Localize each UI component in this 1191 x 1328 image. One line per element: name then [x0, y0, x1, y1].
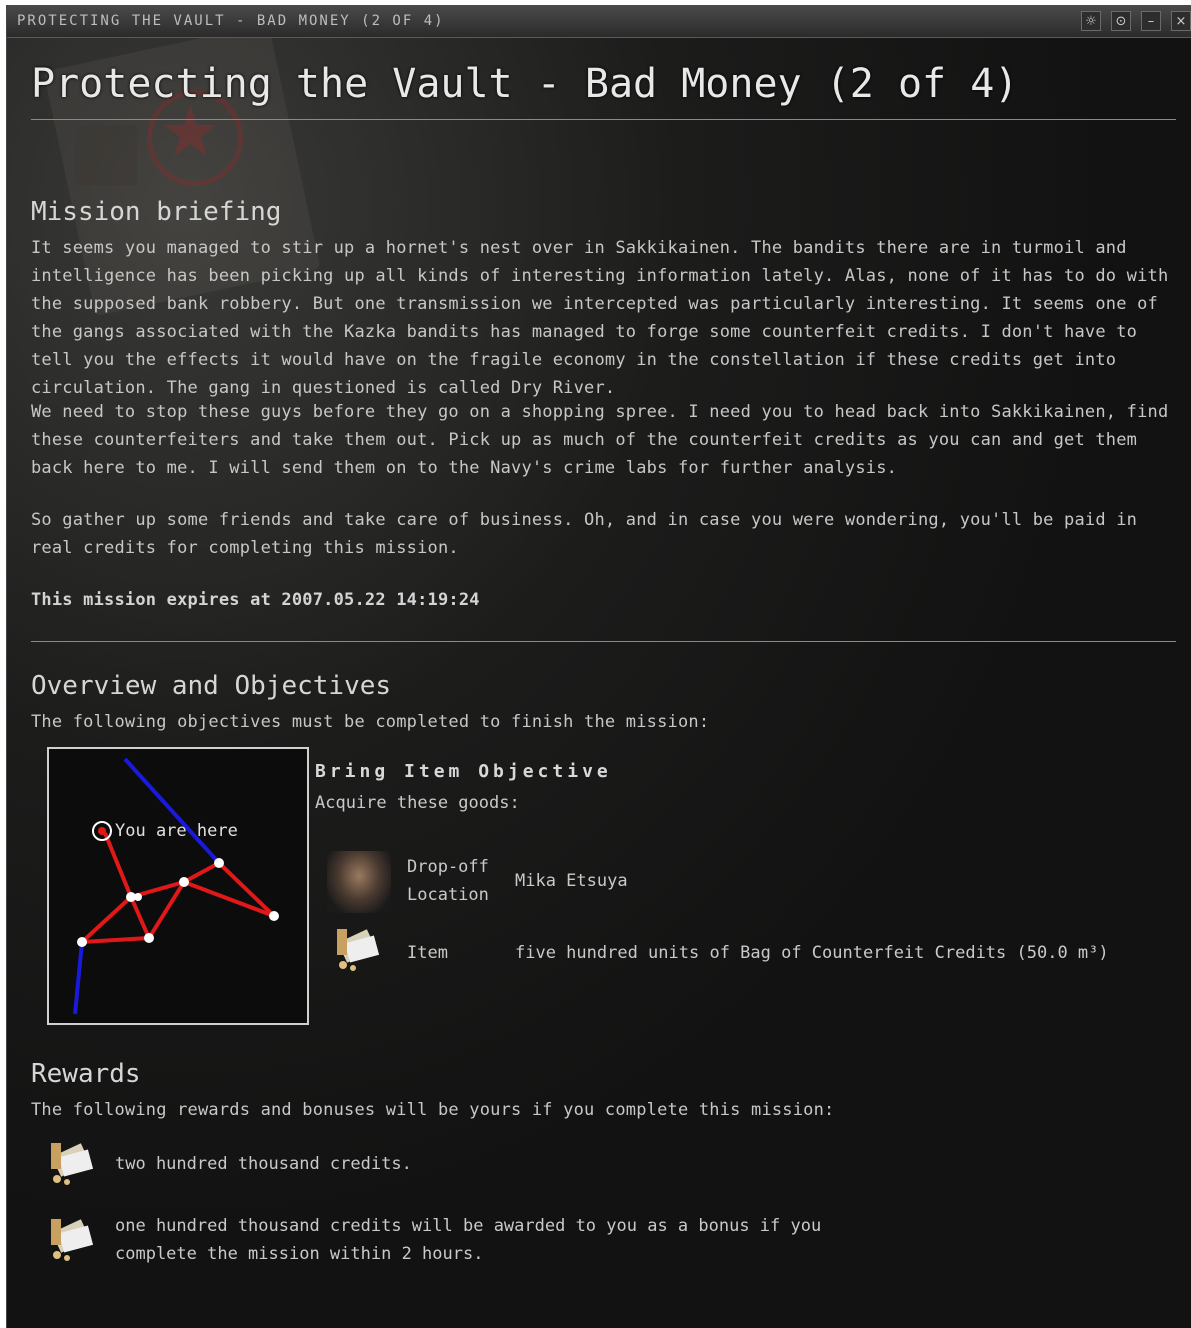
minimize-button[interactable]: –	[1141, 11, 1161, 31]
briefing-paragraph-1: It seems you managed to stir up a hornet…	[31, 238, 1169, 398]
window-title: PROTECTING THE VAULT - BAD MONEY (2 OF 4…	[17, 13, 445, 29]
system-node[interactable]	[179, 877, 189, 887]
overview-title: Overview and Objectives	[31, 671, 392, 701]
objective-subtitle: Acquire these goods:	[315, 793, 520, 813]
star-icon: ★	[159, 91, 222, 173]
isk-icon	[51, 1143, 94, 1185]
mission-expiry: This mission expires at 2007.05.22 14:19…	[31, 590, 480, 610]
reward-text: two hundred thousand credits.	[115, 1154, 412, 1174]
divider	[31, 641, 1176, 642]
overview-intro: The following objectives must be complet…	[31, 712, 710, 732]
briefing-paragraph-2: We need to stop these guys before they g…	[31, 402, 1169, 478]
route-segment-red	[129, 896, 151, 939]
route-segment-red	[183, 861, 220, 884]
divider	[31, 119, 1176, 120]
briefing-title: Mission briefing	[31, 197, 282, 227]
route-segment-red	[217, 861, 276, 918]
close-button[interactable]: ×	[1171, 11, 1191, 31]
pin-icon[interactable]: ⊙	[1111, 11, 1131, 31]
bonus-text: complete the mission within 2 hours.	[115, 1244, 484, 1264]
route-segment-red	[80, 895, 133, 944]
counterfeit-credits-icon[interactable]	[329, 925, 385, 973]
system-node[interactable]	[214, 858, 224, 868]
dropoff-value[interactable]: Mika Etsuya	[515, 867, 628, 895]
route-segment-red	[103, 832, 133, 898]
system-node[interactable]	[77, 937, 87, 947]
dropoff-label: Location	[407, 885, 489, 905]
route-map-svg	[73, 757, 279, 1015]
route-segment-blue	[73, 941, 84, 1015]
route-segment-red	[81, 936, 150, 944]
rewards-intro: The following rewards and bonuses will b…	[31, 1100, 835, 1120]
objective-title: Bring Item Objective	[315, 761, 612, 782]
dropoff-label: Drop-off	[407, 857, 489, 877]
dossier-photo	[75, 125, 137, 185]
current-location-icon	[98, 827, 106, 835]
briefing-paragraph-3: So gather up some friends and take care …	[31, 510, 1138, 558]
bonus-text: one hundred thousand credits will be awa…	[115, 1216, 822, 1236]
item-value[interactable]: five hundred units of Bag of Counterfeit…	[515, 939, 1109, 967]
system-node[interactable]	[134, 893, 142, 901]
you-are-here-label: You are here	[115, 821, 238, 841]
settings-icon[interactable]: ☼	[1081, 11, 1101, 31]
system-node[interactable]	[269, 911, 279, 921]
system-node[interactable]	[144, 933, 154, 943]
route-map[interactable]: You are here	[47, 747, 309, 1025]
agent-portrait[interactable]	[327, 851, 391, 913]
mission-window: ★ PROTECTING THE VAULT - BAD MONEY (2 OF…	[6, 5, 1191, 1328]
item-label: Item	[407, 943, 448, 963]
route-segment-blue	[123, 757, 221, 865]
isk-icon	[51, 1219, 94, 1261]
window-titlebar[interactable]: PROTECTING THE VAULT - BAD MONEY (2 OF 4…	[7, 5, 1191, 38]
page-title: Protecting the Vault - Bad Money (2 of 4…	[31, 61, 1019, 107]
rewards-title: Rewards	[31, 1059, 141, 1089]
route-segment-red	[183, 880, 275, 918]
